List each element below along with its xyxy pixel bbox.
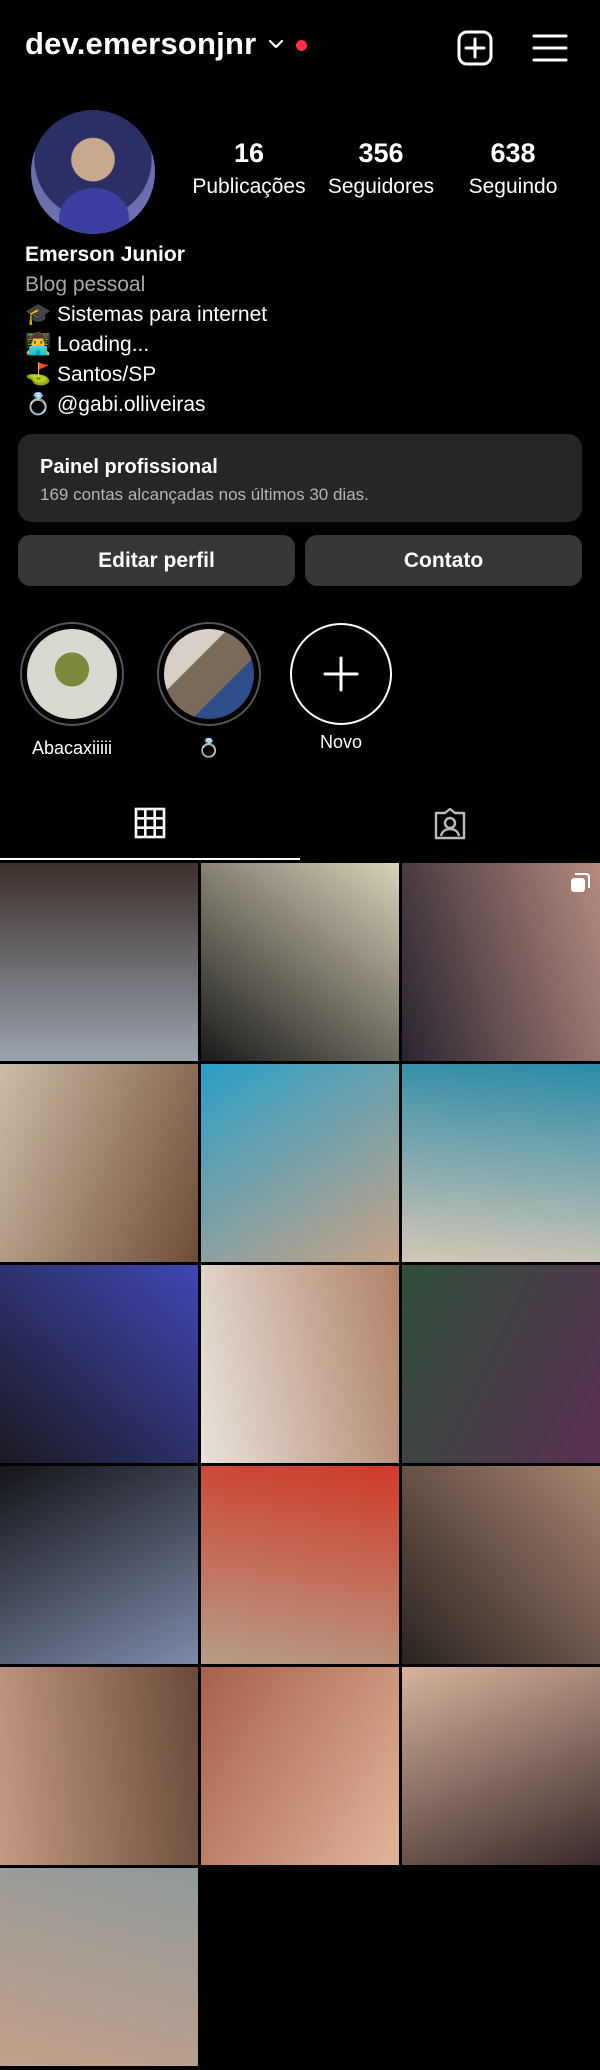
stat-following[interactable]: 638 Seguindo	[448, 140, 578, 199]
post-thumbnail[interactable]	[0, 1868, 198, 2066]
stat-value: 638	[490, 138, 536, 168]
tab-posts-grid[interactable]	[0, 788, 300, 860]
profile-name: Emerson Junior	[25, 243, 185, 266]
chevron-down-icon[interactable]	[266, 34, 286, 54]
post-thumbnail[interactable]	[201, 863, 399, 1061]
bio-mention-link[interactable]: 💍 @gabi.olliveiras	[25, 390, 267, 420]
stat-value: 16	[233, 138, 265, 168]
post-thumbnail[interactable]	[402, 1265, 600, 1463]
post-thumbnail[interactable]	[0, 1265, 198, 1463]
post-thumbnail[interactable]	[402, 863, 600, 1061]
panel-title: Painel profissional	[40, 456, 218, 478]
post-thumbnail[interactable]	[201, 1466, 399, 1664]
highlight-cover	[164, 629, 254, 719]
highlight-ring	[20, 622, 124, 726]
highlight-label: Novo	[319, 732, 363, 752]
stat-value: 356	[358, 138, 404, 168]
highlight-label: Abacaxiiiii	[31, 738, 113, 758]
post-thumbnail[interactable]	[201, 1265, 399, 1463]
profile-category: Blog pessoal	[25, 273, 146, 296]
stat-label: Seguindo	[468, 175, 558, 198]
tab-tagged[interactable]	[300, 788, 600, 860]
create-post-icon[interactable]	[457, 30, 493, 66]
stat-posts[interactable]: 16 Publicações	[184, 140, 314, 199]
stat-followers[interactable]: 356 Seguidores	[316, 140, 446, 199]
profile-avatar[interactable]	[31, 110, 155, 234]
menu-icon[interactable]	[532, 32, 568, 64]
post-thumbnail[interactable]	[0, 1064, 198, 1262]
highlight-abacaxi[interactable]: Abacaxiiiii	[18, 622, 126, 759]
add-highlight-icon[interactable]	[289, 622, 393, 726]
highlight-label: 💍	[197, 738, 221, 758]
post-thumbnail[interactable]	[201, 1064, 399, 1262]
profile-tabs	[0, 788, 600, 860]
highlight-ring	[157, 622, 261, 726]
highlight-new[interactable]: Novo	[287, 622, 395, 753]
contact-button[interactable]: Contato	[305, 535, 582, 586]
stat-label: Publicações	[192, 175, 306, 198]
post-thumbnail[interactable]	[0, 1667, 198, 1865]
post-thumbnail[interactable]	[402, 1466, 600, 1664]
panel-subtitle: 169 contas alcançadas nos últimos 30 dia…	[40, 485, 369, 504]
post-thumbnail[interactable]	[0, 1466, 198, 1664]
bio-line: 🎓 Sistemas para internet	[25, 303, 268, 326]
stat-label: Seguidores	[327, 175, 435, 198]
bio-line: 👨‍💻 Loading...	[25, 333, 150, 356]
notification-dot	[296, 40, 307, 51]
post-thumbnail[interactable]	[201, 1667, 399, 1865]
profile-bio: Emerson Junior Blog pessoal 🎓 Sistemas p…	[25, 240, 267, 420]
highlight-ring-emoji[interactable]: 💍	[155, 622, 263, 759]
tagged-icon	[434, 807, 466, 840]
edit-profile-button[interactable]: Editar perfil	[18, 535, 295, 586]
post-thumbnail[interactable]	[0, 863, 198, 1061]
highlight-cover	[27, 629, 117, 719]
post-thumbnail[interactable]	[402, 1064, 600, 1262]
post-thumbnail[interactable]	[402, 1667, 600, 1865]
professional-dashboard[interactable]: Painel profissional 169 contas alcançada…	[18, 434, 582, 522]
grid-icon	[134, 807, 166, 839]
bio-line: ⛳ Santos/SP	[25, 363, 157, 386]
top-bar: dev.emersonjnr	[0, 0, 600, 92]
carousel-icon	[571, 873, 590, 892]
username-switcher[interactable]: dev.emersonjnr	[25, 26, 256, 62]
